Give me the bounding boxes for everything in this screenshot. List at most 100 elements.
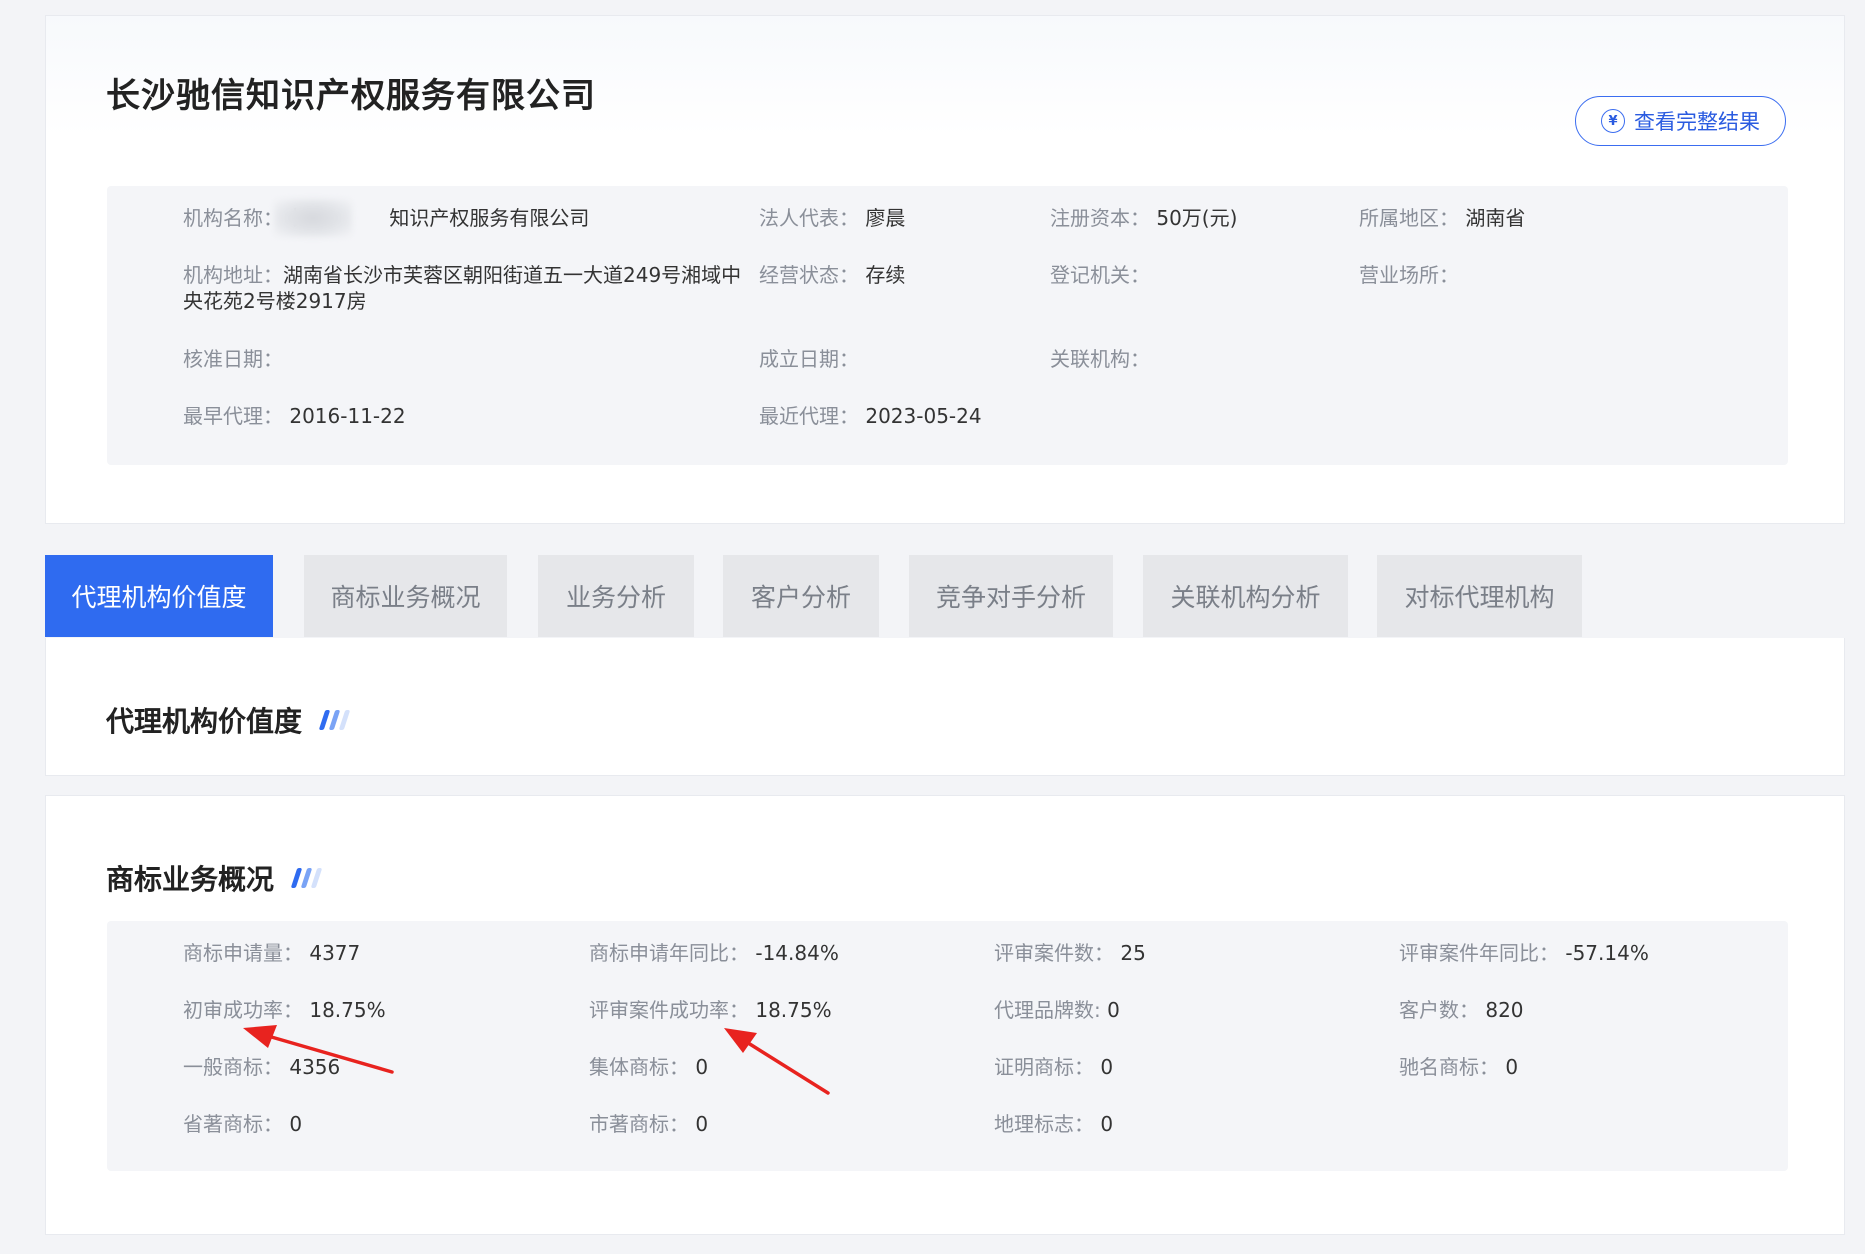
approval-date-label: 核准日期： bbox=[183, 347, 283, 371]
stat-label: 评审案件数： bbox=[994, 941, 1114, 965]
stat-review-case-success: 评审案件成功率： 18.75% bbox=[589, 997, 832, 1023]
capital-label: 注册资本： bbox=[1050, 206, 1150, 230]
stat-value: -57.14% bbox=[1565, 941, 1649, 965]
stat-label: 商标申请年同比： bbox=[589, 941, 749, 965]
stat-label: 客户数： bbox=[1399, 998, 1479, 1022]
stat-label: 省著商标： bbox=[183, 1112, 283, 1136]
stat-value: 4377 bbox=[309, 941, 361, 965]
registrar-label: 登记机关： bbox=[1050, 263, 1150, 287]
yen-icon: ¥ bbox=[1601, 109, 1625, 133]
stat-label: 集体商标： bbox=[589, 1055, 689, 1079]
tab-competitor-analysis[interactable]: 竞争对手分析 bbox=[909, 555, 1113, 637]
stat-label: 初审成功率： bbox=[183, 998, 303, 1022]
region-label: 所属地区： bbox=[1359, 206, 1459, 230]
stat-provincial-trademark: 省著商标： 0 bbox=[183, 1111, 302, 1137]
stat-review-cases-yoy: 评审案件年同比： -57.14% bbox=[1399, 940, 1649, 966]
stat-value: -14.84% bbox=[755, 941, 839, 965]
redaction-blur bbox=[274, 199, 352, 237]
earliest-agency-field: 最早代理： 2016-11-22 bbox=[183, 403, 406, 429]
legal-rep-label: 法人代表： bbox=[759, 206, 859, 230]
view-full-result-label: 查看完整结果 bbox=[1634, 110, 1760, 134]
region-value: 湖南省 bbox=[1465, 206, 1526, 230]
agency-value-title-text: 代理机构价值度 bbox=[106, 705, 303, 738]
stat-label: 驰名商标： bbox=[1399, 1055, 1499, 1079]
stat-geographic-indication: 地理标志： 0 bbox=[994, 1111, 1113, 1137]
company-title: 长沙驰信知识产权服务有限公司 bbox=[106, 76, 596, 116]
address-label: 机构地址： bbox=[183, 263, 283, 287]
agency-value-card: 代理机构价值度 bbox=[45, 638, 1845, 776]
stat-value: 0 bbox=[695, 1112, 709, 1136]
tab-business-analysis[interactable]: 业务分析 bbox=[538, 555, 694, 637]
agency-value-section-title: 代理机构价值度 bbox=[106, 700, 351, 740]
latest-agency-label: 最近代理： bbox=[759, 404, 859, 428]
page: 长沙驰信知识产权服务有限公司 ¥ 查看完整结果 机构名称： 长沙 知识产权服务有… bbox=[0, 0, 1865, 1254]
stat-value: 0 bbox=[695, 1055, 709, 1079]
trademark-overview-title-text: 商标业务概况 bbox=[106, 863, 275, 896]
stat-value: 18.75% bbox=[755, 998, 832, 1022]
stat-label: 证明商标： bbox=[994, 1055, 1094, 1079]
stat-label: 评审案件成功率： bbox=[589, 998, 749, 1022]
stat-municipal-trademark: 市著商标： 0 bbox=[589, 1111, 708, 1137]
region-field: 所属地区： 湖南省 bbox=[1359, 205, 1525, 231]
founded-label: 成立日期： bbox=[759, 347, 859, 371]
org-name-field: 机构名称： 长沙 知识产权服务有限公司 bbox=[183, 205, 589, 231]
stat-value: 25 bbox=[1120, 941, 1146, 965]
tab-customer-analysis[interactable]: 客户分析 bbox=[723, 555, 879, 637]
tab-benchmark-agency[interactable]: 对标代理机构 bbox=[1377, 555, 1582, 637]
approval-date-field: 核准日期： bbox=[183, 346, 283, 372]
status-label: 经营状态： bbox=[759, 263, 859, 287]
capital-value: 50万(元) bbox=[1156, 206, 1238, 230]
capital-field: 注册资本： 50万(元) bbox=[1050, 205, 1237, 231]
tab-related-agency-analysis[interactable]: 关联机构分析 bbox=[1143, 555, 1348, 637]
stat-label: 评审案件年同比： bbox=[1399, 941, 1559, 965]
stat-application-yoy: 商标申请年同比： -14.84% bbox=[589, 940, 839, 966]
address-field: 机构地址：湖南省长沙市芙蓉区朝阳街道五一大道249号湘域中央花苑2号楼2917房 bbox=[183, 262, 753, 314]
stat-value: 0 bbox=[289, 1112, 303, 1136]
earliest-agency-label: 最早代理： bbox=[183, 404, 283, 428]
stat-general-trademark: 一般商标： 4356 bbox=[183, 1054, 340, 1080]
stat-certification-trademark: 证明商标： 0 bbox=[994, 1054, 1113, 1080]
latest-agency-value: 2023-05-24 bbox=[865, 404, 982, 428]
stat-brand-count: 代理品牌数: 0 bbox=[994, 997, 1120, 1023]
section-decoration-icon bbox=[318, 710, 351, 730]
status-field: 经营状态： 存续 bbox=[759, 262, 905, 288]
stat-label: 代理品牌数: bbox=[994, 998, 1101, 1022]
earliest-agency-value: 2016-11-22 bbox=[289, 404, 406, 428]
stat-value: 18.75% bbox=[309, 998, 386, 1022]
stat-value: 0 bbox=[1100, 1112, 1114, 1136]
stat-label: 市著商标： bbox=[589, 1112, 689, 1136]
stat-customer-count: 客户数： 820 bbox=[1399, 997, 1524, 1023]
stat-label: 地理标志： bbox=[994, 1112, 1094, 1136]
latest-agency-field: 最近代理： 2023-05-24 bbox=[759, 403, 982, 429]
trademark-overview-card: 商标业务概况 商标申请量： 4377 商标申请年同比： -14.84% 评审案件… bbox=[45, 795, 1845, 1235]
premises-field: 营业场所： bbox=[1359, 262, 1459, 288]
tab-bar: 代理机构价值度 商标业务概况 业务分析 客户分析 竞争对手分析 关联机构分析 对… bbox=[45, 555, 1845, 637]
stat-value: 0 bbox=[1505, 1055, 1519, 1079]
stat-collective-trademark: 集体商标： 0 bbox=[589, 1054, 708, 1080]
related-label: 关联机构： bbox=[1050, 347, 1150, 371]
stat-review-cases: 评审案件数： 25 bbox=[994, 940, 1146, 966]
legal-rep-value: 廖晨 bbox=[865, 206, 906, 230]
tab-trademark-overview[interactable]: 商标业务概况 bbox=[304, 555, 507, 637]
stat-label: 一般商标： bbox=[183, 1055, 283, 1079]
trademark-stats-panel: 商标申请量： 4377 商标申请年同比： -14.84% 评审案件数： 25 评… bbox=[107, 921, 1788, 1171]
trademark-overview-section-title: 商标业务概况 bbox=[106, 858, 323, 898]
tab-agency-value[interactable]: 代理机构价值度 bbox=[45, 555, 273, 637]
premises-label: 营业场所： bbox=[1359, 263, 1459, 287]
stat-initial-review-success: 初审成功率： 18.75% bbox=[183, 997, 386, 1023]
stat-label: 商标申请量： bbox=[183, 941, 303, 965]
company-card: 长沙驰信知识产权服务有限公司 ¥ 查看完整结果 机构名称： 长沙 知识产权服务有… bbox=[45, 15, 1845, 524]
legal-rep-field: 法人代表： 廖晨 bbox=[759, 205, 905, 231]
stat-application-count: 商标申请量： 4377 bbox=[183, 940, 360, 966]
org-name-label: 机构名称： bbox=[183, 206, 283, 230]
related-field: 关联机构： bbox=[1050, 346, 1150, 372]
view-full-result-button[interactable]: ¥ 查看完整结果 bbox=[1575, 96, 1786, 146]
section-decoration-icon bbox=[290, 868, 323, 888]
registrar-field: 登记机关： bbox=[1050, 262, 1150, 288]
stat-value: 0 bbox=[1100, 1055, 1114, 1079]
stat-value: 820 bbox=[1485, 998, 1524, 1022]
stat-value: 4356 bbox=[289, 1055, 341, 1079]
stat-value: 0 bbox=[1107, 998, 1120, 1022]
company-info-panel: 机构名称： 长沙 知识产权服务有限公司 法人代表： 廖晨 注册资本： 50万(元… bbox=[107, 186, 1788, 465]
status-value: 存续 bbox=[865, 263, 906, 287]
